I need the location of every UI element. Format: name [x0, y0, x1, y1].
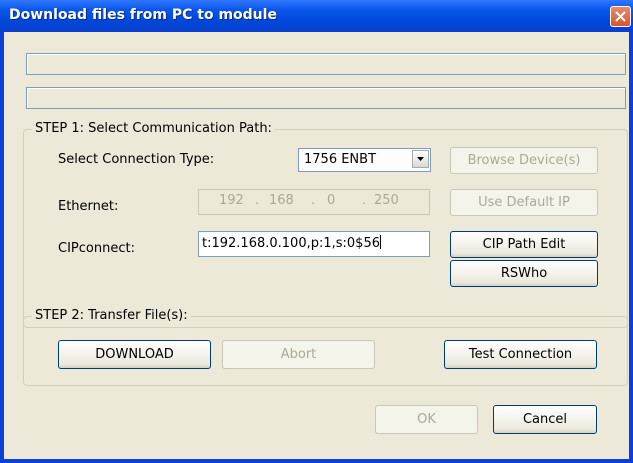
- ip-octet-3: 0: [327, 193, 336, 208]
- step2-title: STEP 2: Transfer File(s):: [32, 308, 191, 323]
- dialog-client-area: STEP 1: Select Communication Path: Selec…: [4, 32, 629, 459]
- use-default-ip-button[interactable]: Use Default IP: [450, 189, 598, 216]
- ip-dot-1: .: [255, 193, 260, 208]
- ip-dot-3: .: [362, 193, 367, 208]
- browse-devices-button[interactable]: Browse Device(s): [450, 147, 598, 174]
- cip-path-edit-button[interactable]: CIP Path Edit: [450, 231, 598, 258]
- abort-button[interactable]: Abort: [222, 340, 375, 369]
- title-bar[interactable]: Download files from PC to module: [0, 0, 633, 32]
- rswho-button[interactable]: RSWho: [450, 260, 598, 287]
- cipconnect-input[interactable]: t:192.168.0.100,p:1,s:0$56: [198, 231, 430, 257]
- chevron-down-icon: [417, 157, 424, 161]
- ethernet-ip-field[interactable]: 192 . 168 . 0 . 250: [198, 189, 430, 215]
- progress-bar-2: [26, 87, 626, 109]
- ip-dot-2: .: [311, 193, 316, 208]
- step1-title: STEP 1: Select Communication Path:: [32, 121, 275, 136]
- download-button[interactable]: DOWNLOAD: [58, 340, 211, 369]
- progress-bar-1: [26, 53, 626, 75]
- text-caret: [380, 235, 381, 249]
- cipconnect-label: CIPconnect:: [58, 241, 135, 256]
- ethernet-label: Ethernet:: [58, 199, 119, 214]
- cancel-button[interactable]: Cancel: [493, 405, 597, 434]
- ip-octet-4: 250: [374, 193, 399, 208]
- connection-type-value: 1756 ENBT: [304, 152, 377, 167]
- dialog-window: Download files from PC to module STEP 1:…: [0, 0, 633, 463]
- connection-type-select[interactable]: 1756 ENBT: [298, 148, 431, 172]
- test-connection-button[interactable]: Test Connection: [444, 340, 597, 369]
- ip-octet-1: 192: [219, 193, 244, 208]
- ip-octet-2: 168: [269, 193, 294, 208]
- ok-button[interactable]: OK: [375, 405, 478, 434]
- window-title: Download files from PC to module: [9, 7, 277, 23]
- close-button[interactable]: [610, 6, 631, 27]
- close-icon: [615, 11, 626, 22]
- dropdown-button[interactable]: [412, 150, 429, 168]
- cipconnect-value: t:192.168.0.100,p:1,s:0$56: [202, 236, 380, 251]
- connection-type-label: Select Connection Type:: [58, 152, 215, 167]
